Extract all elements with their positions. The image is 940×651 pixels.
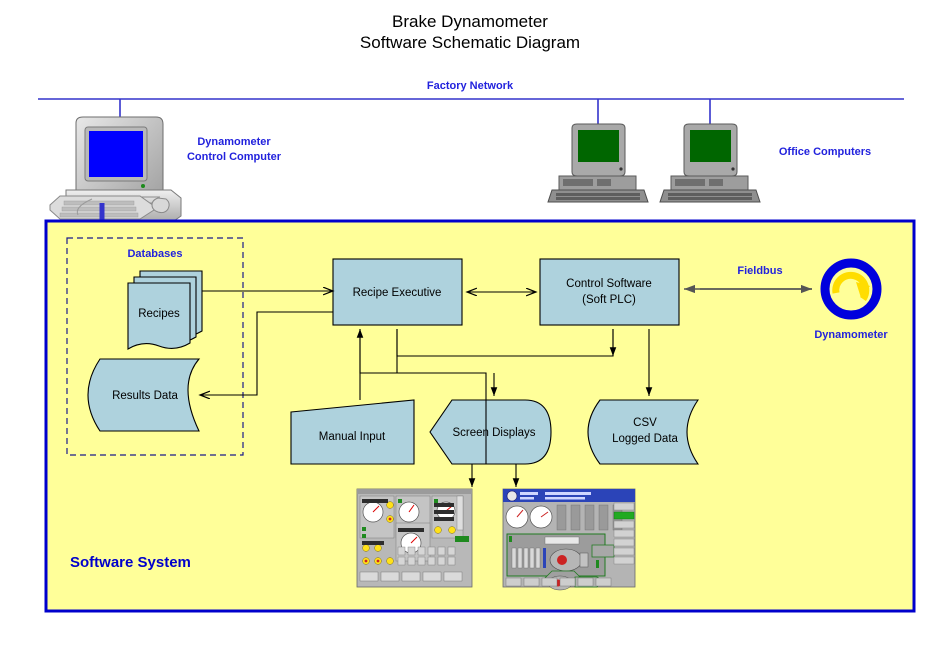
dynamometer-device-label: Dynamometer [814, 329, 888, 341]
screen-displays-label: Screen Displays [452, 427, 535, 439]
recipes-label: Recipes [138, 308, 180, 320]
configuration-display-screenshot [502, 488, 636, 591]
recipe-executive-label: Recipe Executive [353, 287, 442, 299]
office-computers-label: Office Computers [779, 146, 871, 158]
csv-logged-data-block [587, 399, 700, 465]
control-software-label-2: (Soft PLC) [582, 294, 636, 306]
diagram-title-line2: Software Schematic Diagram [360, 33, 580, 52]
office-screen-2 [690, 130, 731, 162]
control-computer-label-2: Control Computer [187, 151, 282, 163]
factory-network-label: Factory Network [427, 80, 514, 92]
control-software-label-1: Control Software [566, 278, 652, 290]
office-computer-icon-1 [547, 123, 649, 203]
control-computer-screen [89, 131, 143, 177]
schematic-diagram: Brake Dynamometer Software Schematic Dia… [0, 0, 940, 651]
software-system-label: Software System [70, 554, 191, 571]
diagram-title-line1: Brake Dynamometer [392, 12, 548, 31]
control-computer-label-1: Dynamometer [197, 136, 271, 148]
office-computer-icon-2 [659, 123, 761, 203]
office-screen-1 [578, 130, 619, 162]
operator-panel-screenshot [356, 488, 473, 588]
manual-input-label: Manual Input [319, 431, 386, 443]
csv-label-1: CSV [633, 417, 657, 429]
control-software-block [539, 258, 680, 326]
fieldbus-label: Fieldbus [737, 265, 782, 277]
databases-group-label: Databases [127, 248, 182, 260]
results-data-label: Results Data [112, 390, 178, 402]
dynamometer-control-computer-icon [49, 116, 182, 224]
diagram-canvas: Brake Dynamometer Software Schematic Dia… [38, 12, 916, 613]
csv-label-2: Logged Data [612, 433, 678, 445]
